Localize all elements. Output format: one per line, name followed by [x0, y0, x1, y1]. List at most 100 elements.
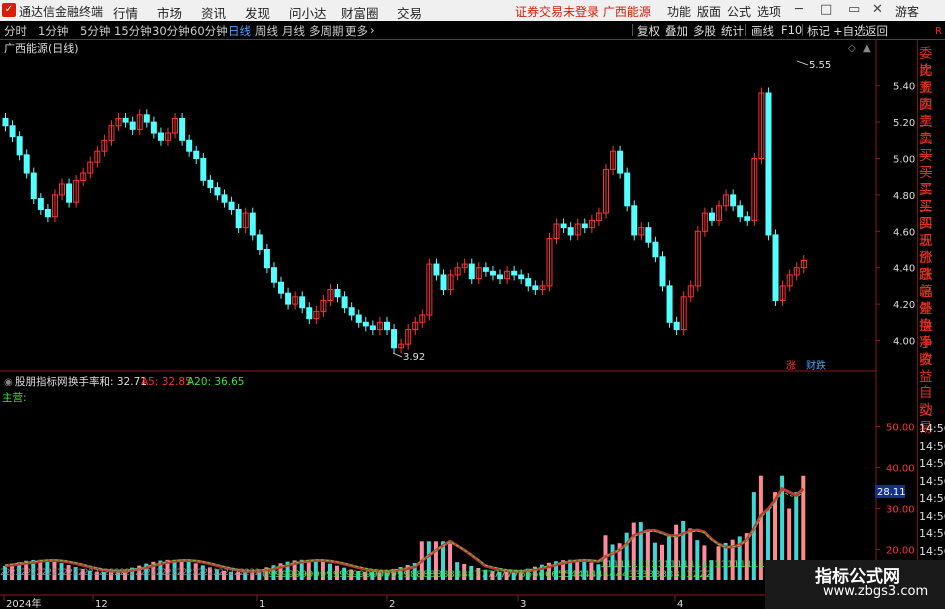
candlestick-series	[2, 87, 807, 354]
restore-icon[interactable]: ▭	[848, 2, 860, 17]
tool-adjust[interactable]: 复权	[637, 23, 660, 39]
tag-finance[interactable]: 财跌	[806, 359, 826, 372]
y-tick-3: 4.80	[893, 191, 915, 202]
login-notice[interactable]: 证券交易未登录 广西能源	[515, 3, 651, 20]
current-value: 28.11	[877, 487, 906, 498]
x-tick-1: 12	[95, 599, 108, 609]
chevron-right-icon[interactable]: ›	[370, 23, 375, 37]
candle	[341, 296, 348, 309]
sidebar-bottom-item-7[interactable]: 14:56	[919, 508, 945, 525]
candle	[369, 325, 376, 331]
candle	[772, 234, 779, 301]
menu-options[interactable]: 选项	[757, 3, 781, 20]
sub-y-tick-1: 40.00	[886, 464, 915, 475]
candle	[518, 274, 525, 280]
period-multi[interactable]: 多周期	[309, 23, 344, 39]
guest-label[interactable]: 游客	[895, 3, 919, 20]
candle	[143, 114, 150, 123]
sidebar-bottom-item-9[interactable]: 14:56	[919, 543, 945, 560]
candle	[348, 307, 355, 316]
app-title: 通达信金融终端	[19, 5, 104, 19]
tool-mark[interactable]: 标记	[807, 23, 830, 39]
x-tick-2: 1	[259, 599, 265, 609]
tool-overlay[interactable]: 叠加	[665, 23, 688, 39]
max-price-label: 5.55	[809, 60, 831, 71]
sidebar-bottom-item-6[interactable]: 14:56	[919, 490, 945, 507]
kline-chart[interactable]: 广西能源(日线) ◇ ▲ 5.40 5.20 5.00 4.80 4.60 4.40 4.2…	[0, 40, 917, 609]
period-daily[interactable]: 日线	[228, 23, 251, 39]
maximize-icon[interactable]: □	[820, 2, 832, 17]
candle	[645, 227, 652, 243]
candle	[737, 205, 744, 218]
tool-multi[interactable]: 多股	[693, 23, 716, 39]
candle	[652, 241, 659, 258]
candle	[666, 285, 673, 323]
candle	[631, 205, 638, 236]
candle	[270, 267, 277, 283]
menu-item-wealth[interactable]: 财富圈	[341, 3, 379, 22]
close-icon[interactable]: ✕	[872, 2, 883, 17]
minimize-icon[interactable]: ─	[795, 2, 803, 17]
sidebar-bottom-item-3[interactable]: 14:56	[919, 438, 945, 455]
candle	[391, 329, 398, 349]
candle	[362, 321, 369, 327]
menu-item-quotes[interactable]: 行情	[113, 3, 138, 22]
sidebar-bottom-item-4[interactable]: 14:56	[919, 455, 945, 472]
x-axis: 2024年 12 1 2 3 4	[3, 595, 683, 609]
candle	[560, 223, 567, 229]
sidebar-bottom-item-2[interactable]: 14:56	[919, 420, 945, 437]
digits-left: 2222222222222222222222222222222222222222…	[0, 568, 260, 578]
period-5min[interactable]: 5分钟	[80, 23, 110, 39]
y-tick-4: 4.60	[893, 227, 915, 238]
candle	[497, 274, 504, 280]
period-intraday[interactable]: 分时	[4, 23, 27, 39]
candle	[440, 274, 447, 291]
sidebar-item-0[interactable]: R	[935, 23, 942, 40]
menu-item-market[interactable]: 市场	[157, 3, 182, 22]
period-60min[interactable]: 60分钟	[190, 23, 228, 39]
x-tick-5: 4	[677, 599, 683, 609]
period-30min[interactable]: 30分钟	[152, 23, 190, 39]
menu-item-discover[interactable]: 发现	[245, 3, 270, 22]
tool-stats[interactable]: 统计	[721, 23, 744, 39]
y-tick-6: 4.20	[893, 300, 915, 311]
tag-up[interactable]: 涨	[786, 360, 796, 372]
candle	[617, 150, 624, 174]
x-tick-4: 3	[520, 599, 526, 609]
period-1min[interactable]: 1分钟	[38, 23, 68, 39]
candle	[581, 223, 588, 229]
tool-back[interactable]: 返回	[865, 23, 888, 39]
candle	[193, 150, 200, 160]
menu-layout[interactable]: 版面	[697, 3, 721, 20]
candle	[383, 321, 390, 331]
candle	[37, 198, 44, 210]
menu-formula[interactable]: 公式	[727, 3, 751, 20]
candle	[157, 132, 164, 141]
sidebar-bottom-item-8[interactable]: 14:56	[919, 525, 945, 542]
sidebar-bottom-item-5[interactable]: 14:56	[919, 473, 945, 490]
candle	[207, 179, 214, 189]
period-more[interactable]: 更多	[345, 23, 368, 39]
menu-item-news[interactable]: 资讯	[201, 3, 226, 22]
candle	[433, 263, 440, 276]
tool-add-watch[interactable]: +自选	[833, 23, 866, 39]
candle	[525, 278, 532, 287]
menu-function[interactable]: 功能	[667, 3, 691, 20]
period-15min[interactable]: 15分钟	[114, 23, 152, 39]
sidebar-item-19[interactable]: 收益	[919, 352, 945, 386]
menu-item-ask[interactable]: 问小达	[289, 3, 327, 22]
indicator-toggle-icon[interactable]: ◉	[4, 377, 13, 388]
collapse-icon[interactable]: ▲	[863, 43, 871, 54]
period-monthly[interactable]: 月线	[282, 23, 305, 39]
indicator-name: 股朋指标网	[15, 375, 68, 388]
candle	[489, 270, 496, 276]
tool-draw[interactable]: 画线	[751, 23, 774, 39]
period-weekly[interactable]: 周线	[255, 23, 278, 39]
menu-item-trade[interactable]: 交易	[397, 3, 422, 22]
sub-y-tick-0: 50.00	[886, 423, 915, 434]
tool-f10[interactable]: F10	[781, 23, 802, 37]
candle	[129, 121, 136, 130]
sub-y-tick-2: 30.00	[886, 505, 915, 516]
candle	[468, 263, 475, 280]
diamond-icon[interactable]: ◇	[848, 43, 856, 54]
